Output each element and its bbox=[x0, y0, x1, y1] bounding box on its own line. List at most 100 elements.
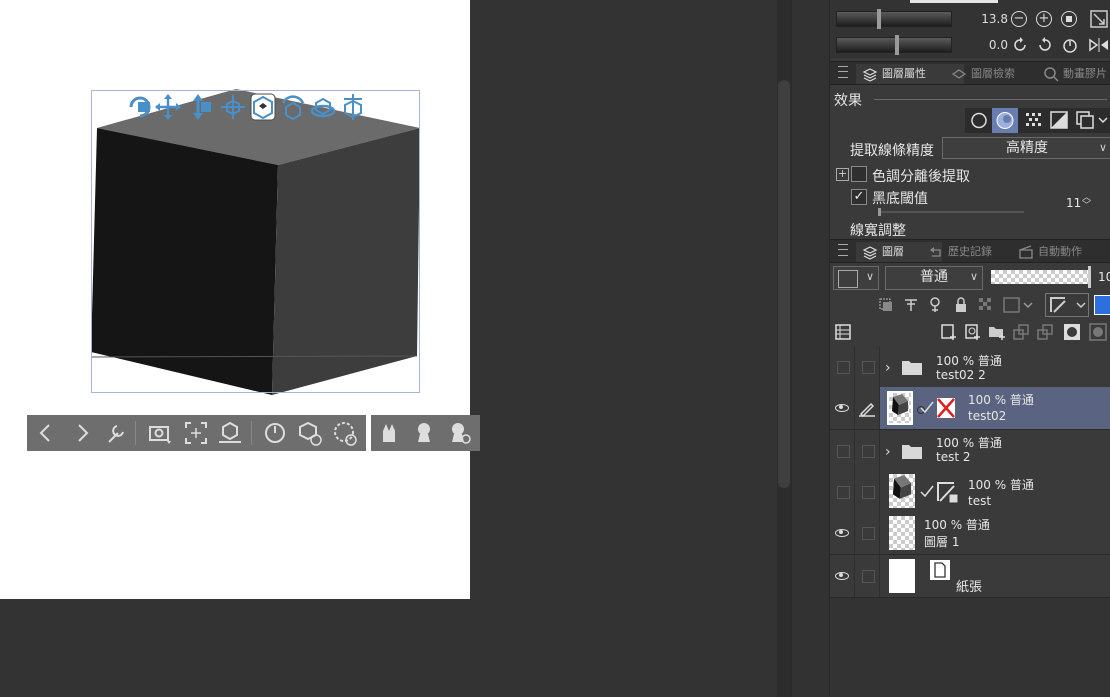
rotate-object-icon[interactable] bbox=[280, 93, 306, 121]
rotate-xy-icon[interactable] bbox=[310, 93, 336, 121]
layer-type-dropdown[interactable] bbox=[1045, 293, 1089, 317]
size-slider-knob[interactable] bbox=[877, 9, 881, 29]
move-object-icon[interactable] bbox=[220, 93, 246, 121]
spinner-arrows-icon[interactable]: ︿ ﹀ bbox=[1082, 194, 1091, 211]
layer-list-icon[interactable] bbox=[834, 323, 852, 341]
new-folder-icon[interactable] bbox=[988, 323, 1006, 341]
menu-icon[interactable] bbox=[838, 244, 848, 256]
layer-row[interactable]: › 100 % 普通 test 2 bbox=[830, 430, 1110, 472]
minus-icon[interactable]: − bbox=[1011, 11, 1027, 27]
black-threshold-slider[interactable] bbox=[878, 208, 1024, 216]
ground-object-icon[interactable] bbox=[215, 418, 245, 448]
slider-knob[interactable] bbox=[878, 208, 881, 216]
tone-sep-checkbox[interactable] bbox=[851, 166, 867, 182]
lock-transparency-icon[interactable] bbox=[977, 296, 995, 314]
hand-preset-icon[interactable] bbox=[444, 418, 474, 448]
next-icon[interactable] bbox=[67, 418, 97, 448]
move-on-plane-icon[interactable] bbox=[250, 93, 276, 121]
edit-target-toggle[interactable] bbox=[855, 512, 880, 554]
dolly-camera-icon[interactable] bbox=[185, 93, 211, 121]
transfer-down-icon[interactable] bbox=[1012, 323, 1030, 341]
layer-color-dropdown[interactable]: ∨ bbox=[833, 266, 879, 290]
reset-time-icon[interactable] bbox=[260, 418, 290, 448]
pan-camera-icon[interactable] bbox=[155, 93, 181, 121]
layer-row[interactable]: 紙張 bbox=[830, 555, 1110, 598]
right-panel: 13.8 − + 0.0 圖層屬性 圖層檢索 動畫膠片 效果 提取線條精度 高精… bbox=[829, 0, 1110, 697]
plus-icon[interactable]: + bbox=[1036, 11, 1052, 27]
merge-down-icon[interactable] bbox=[1036, 323, 1054, 341]
new-raster-layer-icon[interactable] bbox=[940, 323, 958, 341]
layer-row[interactable]: 100 % 普通 圖層 1 bbox=[830, 512, 1110, 555]
layer-row[interactable]: › 100 % 普通 test02 2 bbox=[830, 346, 1110, 388]
visibility-toggle[interactable] bbox=[830, 430, 855, 471]
drawing-canvas[interactable] bbox=[0, 0, 480, 599]
chevron-right-icon[interactable]: › bbox=[885, 360, 891, 376]
clipping-icon[interactable] bbox=[877, 296, 895, 314]
rotate-left-icon[interactable] bbox=[1011, 36, 1029, 54]
extract-accuracy-dropdown[interactable]: 高精度 ∨ bbox=[942, 137, 1110, 159]
black-threshold-checkbox[interactable]: ✓ bbox=[851, 189, 867, 205]
rotation-lock-icon[interactable] bbox=[330, 418, 360, 448]
wrench-icon[interactable] bbox=[101, 418, 131, 448]
extract-line-button[interactable] bbox=[992, 108, 1018, 133]
effect-button-group bbox=[965, 108, 1110, 133]
apply-mask-icon[interactable] bbox=[1089, 323, 1107, 341]
layer-row[interactable]: 100 % 普通 test bbox=[830, 471, 1110, 513]
edit-target-toggle[interactable] bbox=[855, 471, 880, 512]
draft-layer-icon[interactable] bbox=[927, 296, 945, 314]
visibility-toggle[interactable] bbox=[830, 471, 855, 512]
eye-icon bbox=[835, 529, 849, 537]
angle-slider-knob[interactable] bbox=[895, 35, 899, 55]
opacity-knob[interactable] bbox=[1088, 266, 1091, 288]
edit-target-toggle[interactable] bbox=[855, 346, 880, 387]
layer-mode: 100 % 普通 bbox=[968, 393, 1034, 407]
expand-icon[interactable] bbox=[1089, 9, 1109, 29]
top-highlight bbox=[910, 0, 998, 3]
tone-icon[interactable] bbox=[1021, 110, 1045, 131]
reset-rotation-icon[interactable] bbox=[1061, 36, 1079, 54]
line-width-label: 線寬調整 bbox=[850, 223, 906, 236]
fit-to-view-icon[interactable] bbox=[181, 418, 211, 448]
blend-mode-dropdown[interactable]: 普通 ∨ bbox=[885, 266, 983, 290]
lock-icon[interactable] bbox=[952, 296, 970, 314]
tab-animation-cels[interactable]: 動畫膠片 bbox=[1037, 64, 1110, 84]
edit-target-toggle[interactable] bbox=[855, 387, 880, 429]
mask-dropdown-icon[interactable] bbox=[1002, 295, 1038, 315]
opacity-slider[interactable] bbox=[991, 270, 1091, 284]
previous-icon[interactable] bbox=[31, 418, 61, 448]
layer-row-selected[interactable]: 100 % 普通 test02 bbox=[830, 387, 1110, 430]
flip-horizontal-icon[interactable] bbox=[1088, 36, 1110, 54]
tab-auto-action[interactable]: 自動動作 bbox=[1012, 242, 1110, 262]
hand-pose-icon[interactable] bbox=[374, 418, 404, 448]
size-slider[interactable] bbox=[836, 9, 952, 29]
rotate-camera-icon[interactable] bbox=[127, 93, 153, 121]
hand-open-icon[interactable] bbox=[409, 418, 439, 448]
rotate-right-icon[interactable] bbox=[1036, 36, 1054, 54]
chevron-right-icon[interactable]: › bbox=[885, 444, 891, 460]
visibility-toggle[interactable] bbox=[830, 346, 855, 387]
layer-color-swatch[interactable] bbox=[1094, 295, 1110, 315]
object-rotation-reset-icon[interactable] bbox=[295, 418, 325, 448]
visibility-toggle[interactable] bbox=[830, 387, 855, 429]
edit-target-toggle[interactable] bbox=[855, 555, 880, 597]
layer-color-icon[interactable] bbox=[1047, 110, 1071, 131]
layer-mask-icon[interactable] bbox=[1063, 323, 1081, 341]
visibility-toggle[interactable] bbox=[830, 555, 855, 597]
tab-label: 圖層檢索 bbox=[971, 67, 1015, 80]
new-vector-layer-icon[interactable] bbox=[964, 323, 982, 341]
object-bounding-box[interactable] bbox=[91, 90, 420, 393]
menu-icon[interactable] bbox=[838, 66, 848, 78]
reference-layer-icon[interactable] bbox=[902, 296, 920, 314]
stop-icon[interactable] bbox=[1061, 11, 1077, 27]
folder-icon bbox=[902, 445, 922, 459]
visibility-toggle[interactable] bbox=[830, 512, 855, 554]
angle-slider[interactable] bbox=[836, 35, 952, 55]
camera-angle-icon[interactable] bbox=[145, 418, 175, 448]
scrollbar-thumb[interactable] bbox=[778, 80, 790, 488]
expand-plus-icon[interactable]: + bbox=[836, 168, 849, 181]
edit-target-toggle[interactable] bbox=[855, 430, 880, 471]
more-effects-dropdown-icon[interactable] bbox=[1073, 110, 1110, 131]
rotate-vertical-icon[interactable] bbox=[340, 93, 366, 121]
layer-thumbnail bbox=[889, 516, 915, 550]
border-effect-icon[interactable] bbox=[967, 110, 991, 131]
